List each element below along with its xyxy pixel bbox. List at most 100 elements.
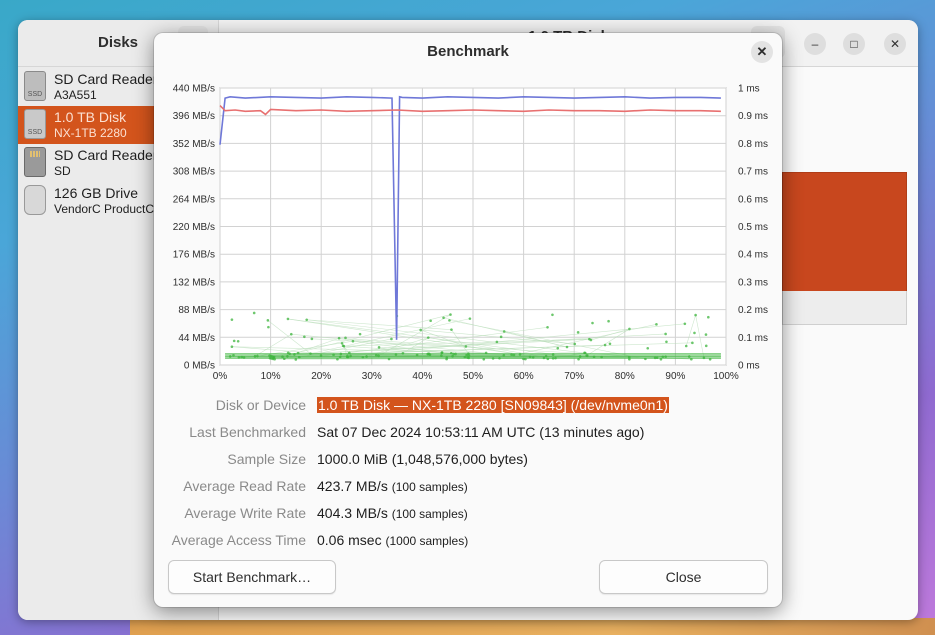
last-benchmarked-label: Last Benchmarked	[189, 424, 306, 440]
y-left-tick-label: 0 MB/s	[184, 361, 215, 372]
access-time-point	[708, 357, 712, 361]
y-right-tick-label: 0.3 ms	[738, 277, 768, 288]
access-time-point	[342, 344, 346, 348]
avg-write-value: 404.3 MB/s	[317, 505, 388, 521]
y-right-tick-label: 0.6 ms	[738, 194, 768, 205]
access-time-point	[348, 351, 351, 355]
access-time-point	[627, 355, 631, 359]
access-time-point	[707, 315, 710, 319]
access-time-point	[510, 353, 513, 356]
access-time-point	[664, 332, 667, 336]
y-right-tick-label: 0.1 ms	[738, 333, 768, 344]
y-right-tick-label: 1 ms	[738, 84, 760, 95]
access-time-point	[336, 357, 339, 361]
access-time-point	[401, 352, 405, 355]
avg-access-samples: (1000 samples)	[385, 534, 469, 548]
access-time-point	[419, 328, 422, 332]
y-left-tick-label: 220 MB/s	[173, 222, 215, 233]
access-time-point	[565, 345, 569, 349]
access-time-point	[607, 319, 610, 323]
y-right-tick-label: 0.8 ms	[738, 139, 768, 150]
access-time-point	[583, 351, 587, 355]
access-time-point	[573, 342, 577, 346]
access-time-point	[332, 353, 335, 357]
maximize-icon[interactable]: □	[843, 33, 865, 55]
access-time-point	[236, 339, 240, 343]
access-time-point	[608, 342, 612, 346]
access-time-point	[374, 354, 378, 357]
access-time-point	[577, 357, 580, 361]
start-benchmark-button[interactable]: Start Benchmark…	[168, 560, 336, 594]
avg-access-value: 0.06 msec	[317, 532, 382, 548]
access-time-point	[427, 352, 431, 356]
access-time-point	[452, 352, 455, 356]
y-left-tick-label: 396 MB/s	[173, 111, 215, 122]
access-time-point	[502, 354, 506, 357]
minimize-icon[interactable]: –	[804, 33, 826, 55]
access-time-point	[531, 356, 535, 359]
access-time-point	[544, 354, 548, 358]
access-time-point	[655, 356, 659, 360]
ssd-icon: SSD	[24, 109, 46, 139]
access-time-point	[655, 323, 658, 326]
access-time-point	[546, 357, 550, 361]
sample-size-value: 1000.0 MiB (1,048,576,000 bytes)	[317, 451, 528, 467]
access-time-point	[230, 345, 234, 349]
y-right-tick-label: 0 ms	[738, 361, 760, 372]
y-left-tick-label: 264 MB/s	[173, 194, 215, 205]
access-time-point	[465, 353, 468, 357]
access-time-point	[387, 357, 391, 361]
access-time-point	[693, 331, 696, 335]
access-time-point	[256, 354, 259, 358]
disk-or-device-label: Disk or Device	[215, 397, 306, 413]
access-time-point	[684, 344, 688, 348]
access-time-point	[346, 355, 350, 359]
benchmark-dialog: Benchmark ✕ 0% 10% 20% 30% 40% 50% 60% 70% 80% 90…	[154, 33, 782, 607]
avg-write-label: Average Write Rate	[184, 505, 306, 521]
volume-partition-bar[interactable]	[782, 172, 907, 292]
access-time-point	[687, 355, 691, 358]
sd-card-icon	[24, 147, 46, 177]
access-time-point	[600, 355, 603, 359]
access-time-point	[578, 355, 582, 358]
access-time-point	[361, 355, 365, 359]
access-time-point	[377, 346, 381, 349]
y-left-tick-label: 176 MB/s	[173, 250, 215, 261]
access-time-point	[524, 357, 527, 361]
access-time-point	[281, 355, 284, 358]
close-button[interactable]: Close	[599, 560, 768, 594]
x-tick-label: 80%	[615, 371, 635, 382]
disk-or-device-text: 1.0 TB Disk — NX-1TB 2280 [SN09843] (/de…	[317, 397, 669, 413]
access-time-point	[690, 357, 693, 361]
x-tick-label: 70%	[564, 371, 584, 382]
access-time-point	[358, 332, 362, 336]
x-tick-label: 0%	[213, 371, 228, 382]
access-time-point	[286, 317, 290, 321]
access-time-point	[305, 318, 308, 322]
access-time-point	[390, 337, 393, 341]
access-time-point	[694, 313, 697, 317]
access-time-point	[464, 345, 468, 348]
access-time-point	[592, 355, 596, 359]
access-time-point	[288, 352, 291, 356]
access-time-point	[289, 332, 293, 336]
y-left-tick-label: 132 MB/s	[173, 277, 215, 288]
access-time-point	[297, 355, 301, 359]
access-time-point	[468, 317, 472, 320]
access-time-point	[683, 322, 687, 326]
x-tick-label: 100%	[713, 371, 739, 382]
volume-partition-free[interactable]	[782, 291, 907, 325]
access-time-point	[266, 319, 270, 322]
access-time-point	[273, 357, 276, 361]
access-time-point	[440, 351, 444, 355]
access-time-point	[445, 356, 449, 359]
y-left-tick-label: 88 MB/s	[178, 305, 215, 316]
disk-or-device-value[interactable]: 1.0 TB Disk — NX-1TB 2280 [SN09843] (/de…	[317, 397, 669, 413]
access-time-point	[337, 336, 341, 340]
access-time-point	[512, 353, 516, 357]
avg-read-value: 423.7 MB/s	[317, 478, 388, 494]
y-right-tick-label: 0.5 ms	[738, 222, 768, 233]
access-time-point	[319, 354, 323, 357]
close-window-icon[interactable]: ✕	[884, 33, 906, 55]
access-time-point	[467, 356, 471, 360]
